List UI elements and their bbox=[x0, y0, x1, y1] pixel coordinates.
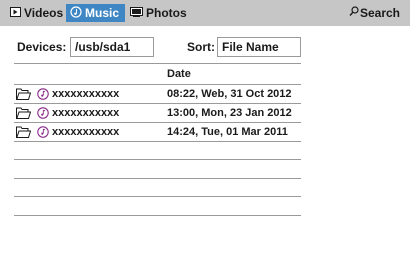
file-name: xxxxxxxxxxx bbox=[52, 107, 120, 119]
devices-field[interactable]: /usb/sda1 bbox=[70, 37, 154, 57]
top-nav-bar: Videos Music Photos Search bbox=[0, 0, 410, 26]
row-divider bbox=[14, 84, 301, 85]
row-divider bbox=[14, 103, 301, 104]
search-label: Search bbox=[359, 6, 400, 20]
divider bbox=[14, 63, 301, 64]
empty-row-divider bbox=[14, 178, 301, 179]
tab-photos-label: Photos bbox=[146, 6, 187, 20]
file-name: xxxxxxxxxxx bbox=[52, 126, 120, 138]
sort-field[interactable]: File Name bbox=[217, 37, 301, 57]
file-name: xxxxxxxxxxx bbox=[52, 88, 120, 100]
video-icon bbox=[10, 6, 21, 20]
list-item[interactable]: xxxxxxxxxxx 14:24, Tue, 01 Mar 2011 bbox=[16, 124, 301, 140]
file-date: 14:24, Tue, 01 Mar 2011 bbox=[167, 126, 288, 138]
file-date: 08:22, Web, 31 Oct 2012 bbox=[167, 88, 292, 100]
music-disc-icon bbox=[70, 5, 82, 21]
empty-row-divider bbox=[14, 159, 301, 160]
row-divider bbox=[14, 141, 301, 142]
column-header-date: Date bbox=[167, 68, 191, 80]
devices-label: Devices: bbox=[17, 40, 67, 54]
tab-photos[interactable]: Photos bbox=[130, 4, 187, 22]
photo-icon bbox=[130, 6, 143, 20]
list-item[interactable]: xxxxxxxxxxx 08:22, Web, 31 Oct 2012 bbox=[16, 86, 301, 102]
tab-music-label: Music bbox=[85, 6, 120, 20]
tab-music[interactable]: Music bbox=[66, 4, 125, 22]
file-date: 13:00, Mon, 23 Jan 2012 bbox=[167, 107, 292, 119]
tab-videos[interactable]: Videos bbox=[10, 4, 63, 22]
search-button[interactable]: Search bbox=[349, 4, 400, 22]
empty-row-divider bbox=[14, 196, 301, 197]
tab-videos-label: Videos bbox=[24, 6, 64, 20]
row-divider bbox=[14, 122, 301, 123]
list-item[interactable]: xxxxxxxxxxx 13:00, Mon, 23 Jan 2012 bbox=[16, 105, 301, 121]
search-icon bbox=[349, 6, 359, 20]
empty-row-divider bbox=[14, 215, 301, 216]
sort-label: Sort: bbox=[187, 40, 215, 54]
